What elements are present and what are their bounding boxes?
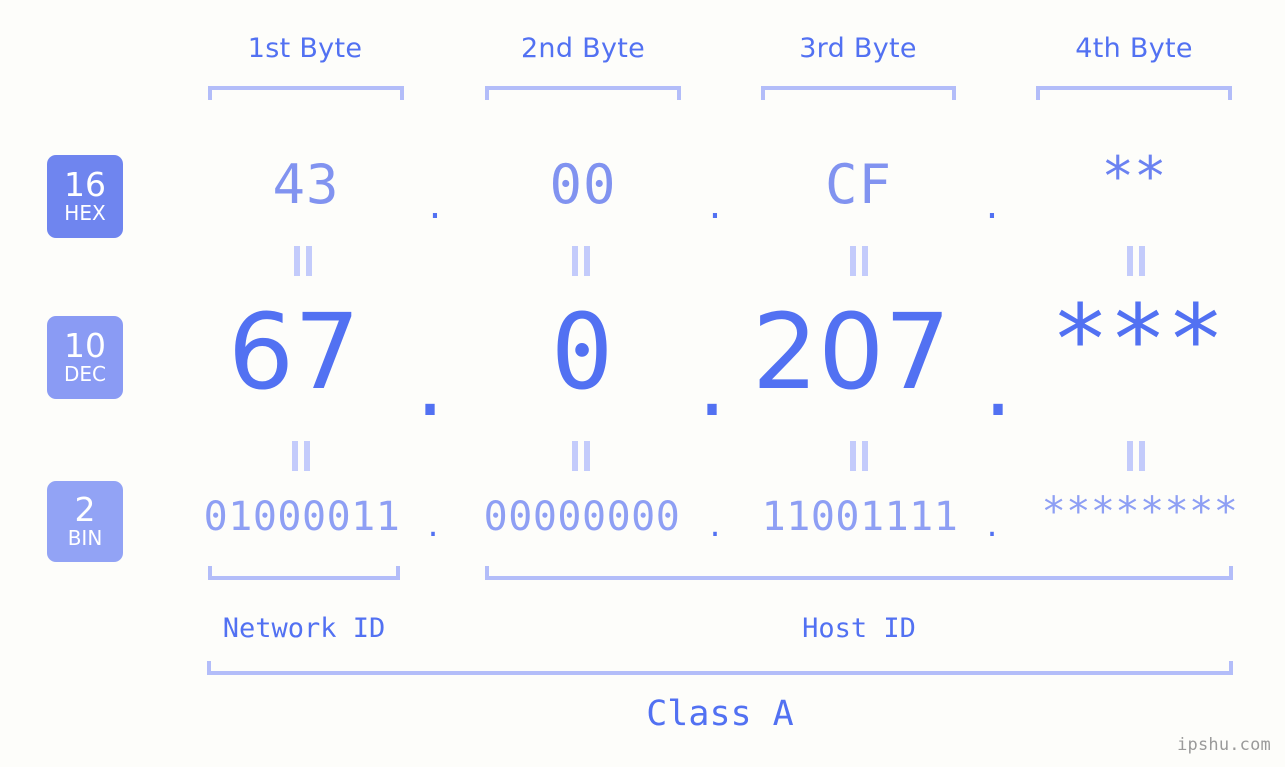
- dec-dot-3: .: [983, 332, 1013, 437]
- host-id-bracket: [485, 566, 1233, 580]
- bin-octet-2: 00000000: [483, 494, 681, 540]
- radix-badge-dec-number: 10: [64, 325, 106, 365]
- dec-dot-1: .: [415, 332, 445, 437]
- dec-octet-4: ***: [1051, 284, 1225, 396]
- byte-bracket-1: [208, 86, 404, 100]
- equals-connector-dec-bin-3: [849, 441, 871, 471]
- equals-connector-hex-dec-1: [293, 246, 315, 276]
- radix-badge-hex[interactable]: 16 HEX: [47, 155, 123, 238]
- byte-bracket-3: [761, 86, 956, 100]
- byte-bracket-4: [1036, 86, 1232, 100]
- hex-dot-1: .: [428, 182, 442, 228]
- equals-connector-hex-dec-2: [571, 246, 593, 276]
- hex-dot-3: .: [985, 182, 999, 228]
- equals-connector-hex-dec-4: [1126, 246, 1148, 276]
- equals-connector-dec-bin-1: [291, 441, 313, 471]
- byte-header-label-4: 4th Byte: [1075, 33, 1193, 64]
- radix-badge-dec-label: DEC: [63, 362, 106, 387]
- bin-octet-3: 11001111: [761, 494, 959, 540]
- hex-dot-2: .: [708, 182, 722, 228]
- byte-header-label-2: 2nd Byte: [520, 33, 646, 64]
- hex-octet-1: 43: [272, 153, 340, 216]
- byte-header-label-1: 1st Byte: [247, 33, 363, 64]
- hex-octet-3: CF: [824, 153, 893, 216]
- byte-header-label-3: 3rd Byte: [799, 33, 917, 64]
- byte-bracket-2: [485, 86, 681, 100]
- site-watermark: ipshu.com: [1177, 735, 1271, 755]
- radix-badge-dec[interactable]: 10 DEC: [47, 316, 123, 399]
- class-bracket: [207, 661, 1233, 675]
- bin-octet-1: 01000011: [203, 494, 401, 540]
- radix-badge-hex-label: HEX: [64, 201, 106, 226]
- radix-badge-bin[interactable]: 2 BIN: [47, 481, 123, 562]
- network-id-label: Network ID: [222, 613, 386, 644]
- radix-badge-hex-number: 16: [64, 164, 106, 204]
- dec-octet-2: 0: [550, 291, 614, 413]
- host-id-label: Host ID: [802, 613, 916, 644]
- dec-octet-3: 207: [752, 291, 951, 413]
- class-label: Class A: [646, 694, 794, 734]
- bin-dot-3: .: [986, 505, 998, 545]
- hex-octet-4: **: [1101, 145, 1167, 208]
- radix-badge-bin-label: BIN: [67, 526, 103, 551]
- dec-dot-2: .: [697, 332, 727, 437]
- equals-connector-dec-bin-4: [1126, 441, 1148, 471]
- hex-octet-2: 00: [549, 153, 617, 216]
- dec-octet-1: 67: [227, 291, 361, 413]
- equals-connector-dec-bin-2: [571, 441, 593, 471]
- radix-badge-bin-number: 2: [74, 489, 96, 529]
- bin-octet-4: ********: [1041, 489, 1239, 535]
- network-id-bracket: [208, 566, 400, 580]
- bin-dot-1: .: [427, 505, 439, 545]
- equals-connector-hex-dec-3: [849, 246, 871, 276]
- bin-dot-2: .: [709, 505, 721, 545]
